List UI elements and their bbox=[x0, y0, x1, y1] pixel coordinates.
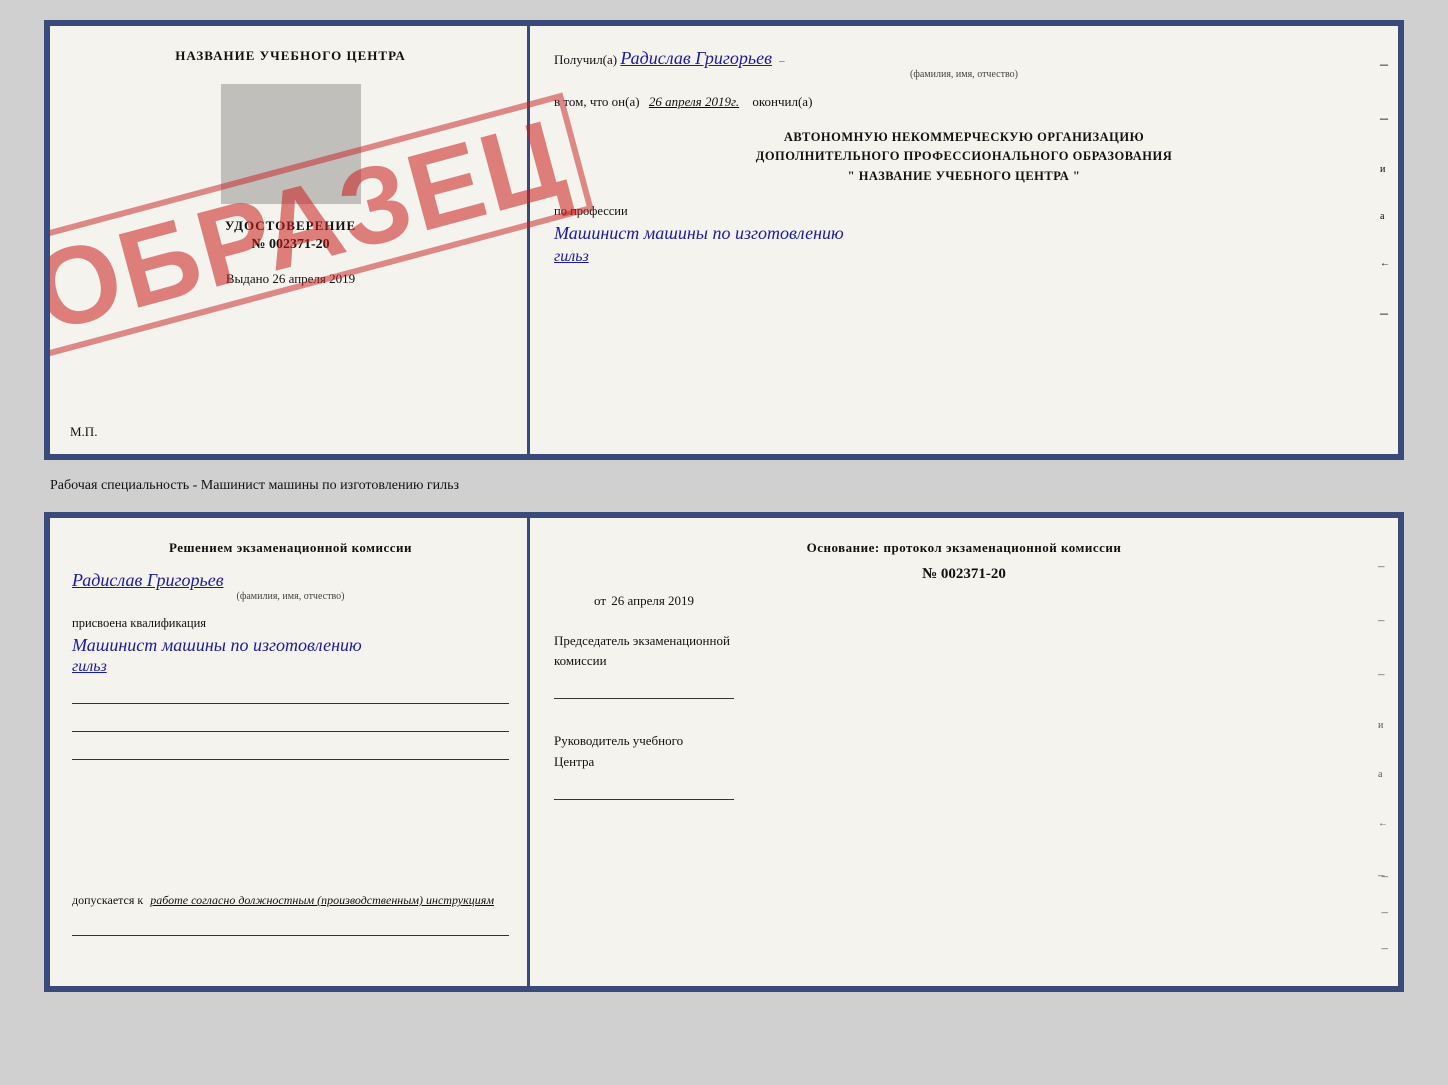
bottom-right-dashes: – – – bbox=[1382, 868, 1389, 956]
vtom-date: 26 апреля 2019г. bbox=[649, 94, 739, 109]
bottom-certificate: Решением экзаменационной комиссии Радисл… bbox=[44, 512, 1404, 992]
underline-2 bbox=[72, 714, 509, 732]
right-dashes-bottom: – – – и а ← – bbox=[1378, 558, 1388, 883]
bottom-ot: от 26 апреля 2019 bbox=[594, 593, 1374, 609]
vtom-line: в том, что он(а) 26 апреля 2019г. окончи… bbox=[554, 94, 1374, 110]
top-certificate: НАЗВАНИЕ УЧЕБНОГО ЦЕНТРА УДОСТОВЕРЕНИЕ №… bbox=[44, 20, 1404, 460]
udostoverenie-block: УДОСТОВЕРЕНИЕ № 002371-20 bbox=[225, 218, 356, 253]
predsedatel-block: Председатель экзаменационной комиссии bbox=[554, 631, 1374, 705]
dopuskaetsya-block: допускается к работе согласно должностны… bbox=[72, 893, 509, 936]
osnovanie-text: Основание: протокол экзаменационной коми… bbox=[554, 540, 1374, 556]
predsedatel-label: Председатель экзаменационной bbox=[554, 631, 1374, 651]
poluchil-line: Получил(а) Радислав Григорьев – (фамилия… bbox=[554, 48, 1374, 80]
recipient-name: Радислав Григорьев bbox=[620, 48, 772, 68]
right-dashes: – – и а ← – bbox=[1380, 56, 1390, 323]
org-line1: АВТОНОМНУЮ НЕКОММЕРЧЕСКУЮ ОРГАНИЗАЦИЮ bbox=[554, 128, 1374, 147]
bottom-fio-hint: (фамилия, имя, отчество) bbox=[72, 591, 509, 602]
top-cert-left: НАЗВАНИЕ УЧЕБНОГО ЦЕНТРА УДОСТОВЕРЕНИЕ №… bbox=[50, 26, 530, 454]
rukovoditel-label: Руководитель учебного bbox=[554, 731, 1374, 751]
bottom-profession-line1: Машинист машины по изготовлению bbox=[72, 635, 509, 656]
separator-label: Рабочая специальность - Машинист машины … bbox=[44, 478, 1404, 494]
bottom-profession-line2: гильз bbox=[72, 658, 509, 676]
org-block: АВТОНОМНУЮ НЕКОММЕРЧЕСКУЮ ОРГАНИЗАЦИЮ ДО… bbox=[554, 128, 1374, 186]
poluchil-dash: – bbox=[779, 55, 785, 67]
predsedatel-label2: комиссии bbox=[554, 651, 1374, 671]
top-cert-title: НАЗВАНИЕ УЧЕБНОГО ЦЕНТРА bbox=[175, 48, 406, 64]
bottom-recipient-name: Радислав Григорьев bbox=[72, 570, 224, 590]
dopuskaetsya-label: допускается к bbox=[72, 893, 143, 907]
underline-1 bbox=[72, 686, 509, 704]
predsedatel-signature-line bbox=[554, 679, 734, 699]
udostoverenie-number: № 002371-20 bbox=[225, 237, 356, 253]
mp-label: М.П. bbox=[70, 424, 97, 440]
prisvoena-text: присвоена квалификация bbox=[72, 616, 509, 631]
vydano-text: Выдано 26 апреля 2019 bbox=[226, 271, 355, 287]
bottom-cert-left: Решением экзаменационной комиссии Радисл… bbox=[50, 518, 530, 986]
resheniem-text: Решением экзаменационной комиссии bbox=[72, 540, 509, 556]
fio-hint-top: (фамилия, имя, отчество) bbox=[554, 69, 1374, 80]
bottom-protocol-number: № 002371-20 bbox=[554, 566, 1374, 583]
rukovoditel-block: Руководитель учебного Центра bbox=[554, 731, 1374, 805]
underline-dopusk bbox=[72, 918, 509, 936]
bottom-name-block: Радислав Григорьев (фамилия, имя, отчест… bbox=[72, 570, 509, 602]
org-line2: ДОПОЛНИТЕЛЬНОГО ПРОФЕССИОНАЛЬНОГО ОБРАЗО… bbox=[554, 147, 1374, 166]
org-line3: " НАЗВАНИЕ УЧЕБНОГО ЦЕНТРА " bbox=[554, 167, 1374, 186]
work-label: работе согласно должностным (производств… bbox=[150, 893, 494, 907]
seal-placeholder bbox=[221, 84, 361, 204]
underline-3 bbox=[72, 742, 509, 760]
bottom-cert-right: Основание: протокол экзаменационной коми… bbox=[530, 518, 1398, 986]
bottom-ot-date: 26 апреля 2019 bbox=[611, 593, 694, 608]
profession-block: по профессии Машинист машины по изготовл… bbox=[554, 204, 1374, 266]
profession-line2: гильз bbox=[554, 248, 1374, 266]
rukovoditel-signature-line bbox=[554, 780, 734, 800]
po-professii-label: по профессии bbox=[554, 204, 628, 218]
rukovoditel-label2: Центра bbox=[554, 752, 1374, 772]
udostoverenie-label: УДОСТОВЕРЕНИЕ bbox=[225, 218, 356, 234]
top-cert-right: Получил(а) Радислав Григорьев – (фамилия… bbox=[530, 26, 1398, 454]
profession-line1: Машинист машины по изготовлению bbox=[554, 223, 1374, 244]
bottom-profession-block: Машинист машины по изготовлению гильз bbox=[72, 635, 509, 676]
